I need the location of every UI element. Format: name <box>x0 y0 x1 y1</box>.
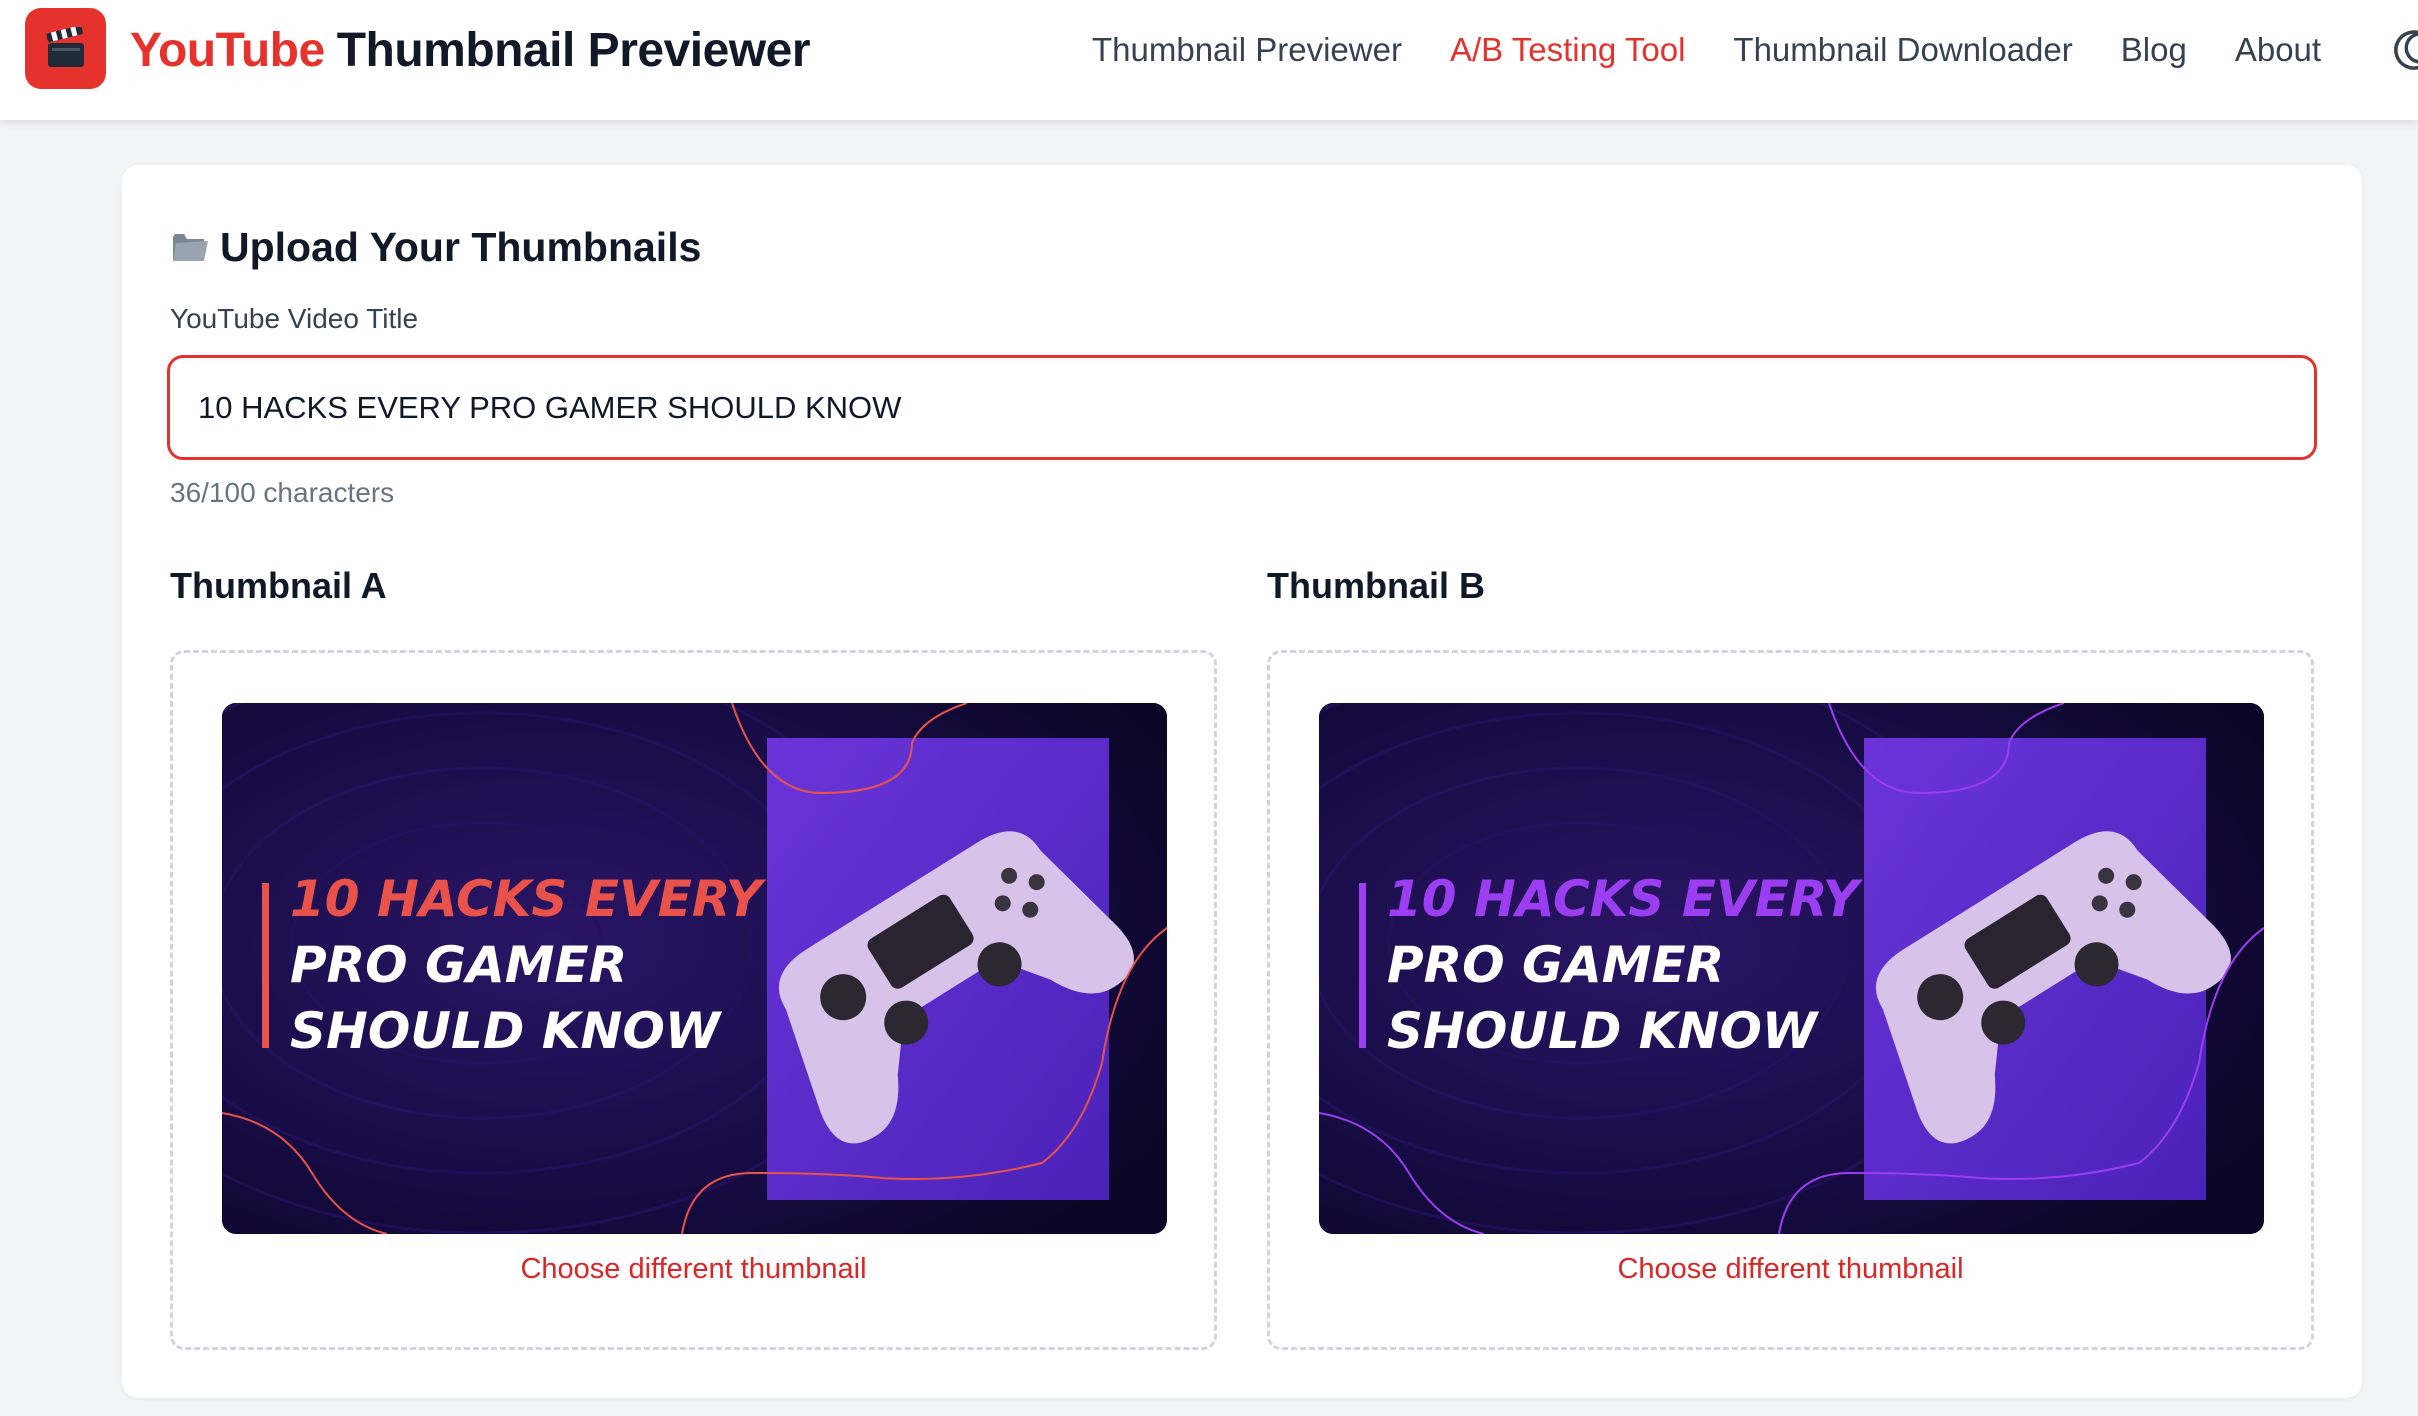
nav-ab-testing-tool[interactable]: A/B Testing Tool <box>1450 31 1685 69</box>
thumbnail-b-dropzone[interactable]: 10 HACKS EVERY PRO GAMER SHOULD KNOW Cho… <box>1267 650 2314 1350</box>
folder-icon <box>173 234 208 261</box>
section-title-text: Upload Your Thumbnails <box>220 223 702 270</box>
site-header: YouTube Thumbnail Previewer Thumbnail Pr… <box>0 0 2418 120</box>
thumbnail-a-dropzone[interactable]: 10 HACKS EVERY PRO GAMER SHOULD KNOW Cho… <box>170 650 1217 1350</box>
thumbnail-a-image: 10 HACKS EVERY PRO GAMER SHOULD KNOW <box>222 703 1167 1234</box>
thumbnail-a-line-2: PRO GAMER <box>290 936 627 994</box>
thumbnail-a-line-3: SHOULD KNOW <box>290 1002 723 1060</box>
thumbnail-a-graphic: 10 HACKS EVERY PRO GAMER SHOULD KNOW <box>222 703 1167 1234</box>
video-title-label: YouTube Video Title <box>170 303 419 334</box>
brand-name: Thumbnail Previewer <box>336 23 811 77</box>
nav-thumbnail-downloader[interactable]: Thumbnail Downloader <box>1733 31 2072 69</box>
logo[interactable] <box>25 8 106 89</box>
thumbnail-b-heading: Thumbnail B <box>1267 565 1485 606</box>
main-nav: Thumbnail Previewer A/B Testing Tool Thu… <box>1092 20 2321 80</box>
thumbnail-b-accent-bar <box>1359 883 1366 1048</box>
clapperboard-icon <box>46 26 84 67</box>
thumbnail-a-choose-link[interactable]: Choose different thumbnail <box>173 1253 1214 1286</box>
thumbnail-a-line-1: 10 HACKS EVERY <box>290 870 767 928</box>
nav-blog[interactable]: Blog <box>2121 31 2187 69</box>
thumbnail-a-accent-bar <box>262 883 269 1048</box>
brand-title[interactable]: YouTube Thumbnail Previewer <box>130 20 811 80</box>
char-count: 36/100 characters <box>170 477 395 508</box>
nav-about[interactable]: About <box>2235 31 2321 69</box>
thumbnail-b-line-3: SHOULD KNOW <box>1387 1002 1820 1060</box>
nav-thumbnail-previewer[interactable]: Thumbnail Previewer <box>1092 31 1402 69</box>
upload-card: Upload Your Thumbnails YouTube Video Tit… <box>122 165 2362 1398</box>
brand-youtube: YouTube <box>130 23 325 77</box>
section-title: Upload Your Thumbnails <box>170 217 701 277</box>
video-title-input[interactable] <box>167 355 2317 460</box>
thumbnail-b-image: 10 HACKS EVERY PRO GAMER SHOULD KNOW <box>1319 703 2264 1234</box>
moon-icon[interactable] <box>2392 28 2418 72</box>
thumbnail-b-line-2: PRO GAMER <box>1387 936 1724 994</box>
thumbnail-a-heading: Thumbnail A <box>170 565 387 606</box>
thumbnail-b-choose-link[interactable]: Choose different thumbnail <box>1270 1253 2311 1286</box>
thumbnail-b-line-1: 10 HACKS EVERY <box>1387 870 1864 928</box>
thumbnail-b-graphic: 10 HACKS EVERY PRO GAMER SHOULD KNOW <box>1319 703 2264 1234</box>
